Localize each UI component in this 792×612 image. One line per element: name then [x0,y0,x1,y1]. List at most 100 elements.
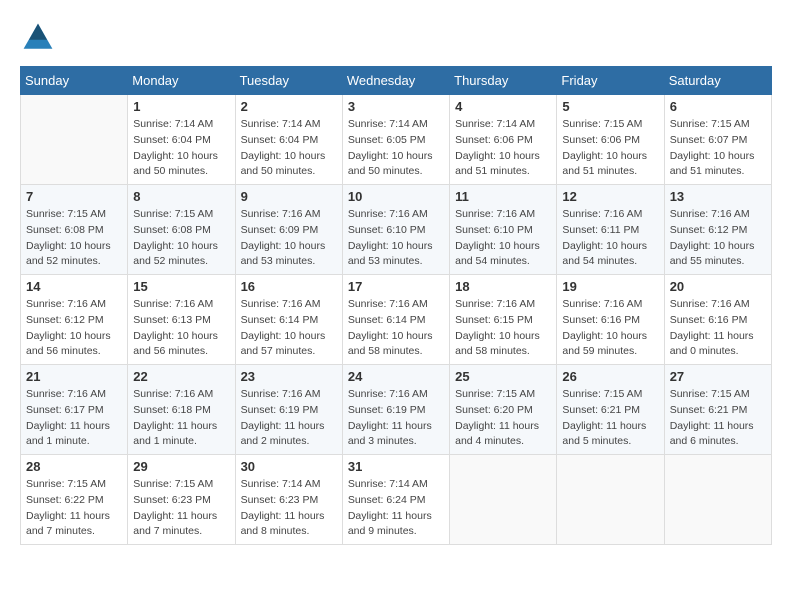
calendar-table: SundayMondayTuesdayWednesdayThursdayFrid… [20,66,772,545]
day-detail: Sunrise: 7:15 AM Sunset: 6:20 PM Dayligh… [455,387,551,450]
day-detail: Sunrise: 7:15 AM Sunset: 6:06 PM Dayligh… [562,117,658,180]
day-number: 6 [670,99,766,114]
calendar-cell: 26 Sunrise: 7:15 AM Sunset: 6:21 PM Dayl… [557,365,664,455]
day-number: 15 [133,279,229,294]
day-detail: Sunrise: 7:16 AM Sunset: 6:19 PM Dayligh… [348,387,444,450]
day-number: 9 [241,189,337,204]
calendar-cell: 16 Sunrise: 7:16 AM Sunset: 6:14 PM Dayl… [235,275,342,365]
calendar-cell: 19 Sunrise: 7:16 AM Sunset: 6:16 PM Dayl… [557,275,664,365]
day-number: 16 [241,279,337,294]
day-detail: Sunrise: 7:15 AM Sunset: 6:08 PM Dayligh… [133,207,229,270]
page-header [20,20,772,56]
day-number: 20 [670,279,766,294]
calendar-cell: 29 Sunrise: 7:15 AM Sunset: 6:23 PM Dayl… [128,455,235,545]
calendar-cell: 18 Sunrise: 7:16 AM Sunset: 6:15 PM Dayl… [450,275,557,365]
calendar-cell: 1 Sunrise: 7:14 AM Sunset: 6:04 PM Dayli… [128,95,235,185]
day-detail: Sunrise: 7:14 AM Sunset: 6:06 PM Dayligh… [455,117,551,180]
day-detail: Sunrise: 7:16 AM Sunset: 6:16 PM Dayligh… [670,297,766,360]
day-detail: Sunrise: 7:14 AM Sunset: 6:04 PM Dayligh… [133,117,229,180]
calendar-cell: 20 Sunrise: 7:16 AM Sunset: 6:16 PM Dayl… [664,275,771,365]
calendar-cell: 9 Sunrise: 7:16 AM Sunset: 6:09 PM Dayli… [235,185,342,275]
calendar-week-3: 14 Sunrise: 7:16 AM Sunset: 6:12 PM Dayl… [21,275,772,365]
day-number: 24 [348,369,444,384]
day-number: 14 [26,279,122,294]
calendar-cell: 31 Sunrise: 7:14 AM Sunset: 6:24 PM Dayl… [342,455,449,545]
calendar-cell: 6 Sunrise: 7:15 AM Sunset: 6:07 PM Dayli… [664,95,771,185]
day-detail: Sunrise: 7:15 AM Sunset: 6:08 PM Dayligh… [26,207,122,270]
logo [20,20,60,56]
calendar-cell: 10 Sunrise: 7:16 AM Sunset: 6:10 PM Dayl… [342,185,449,275]
weekday-wednesday: Wednesday [342,67,449,95]
day-number: 2 [241,99,337,114]
calendar-cell: 28 Sunrise: 7:15 AM Sunset: 6:22 PM Dayl… [21,455,128,545]
calendar-cell: 30 Sunrise: 7:14 AM Sunset: 6:23 PM Dayl… [235,455,342,545]
day-number: 18 [455,279,551,294]
day-detail: Sunrise: 7:15 AM Sunset: 6:21 PM Dayligh… [670,387,766,450]
day-number: 28 [26,459,122,474]
calendar-cell: 12 Sunrise: 7:16 AM Sunset: 6:11 PM Dayl… [557,185,664,275]
day-number: 13 [670,189,766,204]
day-detail: Sunrise: 7:16 AM Sunset: 6:14 PM Dayligh… [241,297,337,360]
day-number: 3 [348,99,444,114]
day-detail: Sunrise: 7:14 AM Sunset: 6:23 PM Dayligh… [241,477,337,540]
calendar-cell: 24 Sunrise: 7:16 AM Sunset: 6:19 PM Dayl… [342,365,449,455]
weekday-thursday: Thursday [450,67,557,95]
calendar-week-5: 28 Sunrise: 7:15 AM Sunset: 6:22 PM Dayl… [21,455,772,545]
day-detail: Sunrise: 7:16 AM Sunset: 6:11 PM Dayligh… [562,207,658,270]
calendar-cell: 17 Sunrise: 7:16 AM Sunset: 6:14 PM Dayl… [342,275,449,365]
day-detail: Sunrise: 7:14 AM Sunset: 6:24 PM Dayligh… [348,477,444,540]
day-number: 10 [348,189,444,204]
day-number: 1 [133,99,229,114]
day-number: 7 [26,189,122,204]
calendar-cell: 11 Sunrise: 7:16 AM Sunset: 6:10 PM Dayl… [450,185,557,275]
day-number: 5 [562,99,658,114]
day-number: 11 [455,189,551,204]
day-number: 12 [562,189,658,204]
weekday-friday: Friday [557,67,664,95]
calendar-cell [450,455,557,545]
day-detail: Sunrise: 7:15 AM Sunset: 6:21 PM Dayligh… [562,387,658,450]
calendar-week-2: 7 Sunrise: 7:15 AM Sunset: 6:08 PM Dayli… [21,185,772,275]
day-detail: Sunrise: 7:16 AM Sunset: 6:16 PM Dayligh… [562,297,658,360]
day-number: 17 [348,279,444,294]
calendar-header: SundayMondayTuesdayWednesdayThursdayFrid… [21,67,772,95]
day-detail: Sunrise: 7:16 AM Sunset: 6:19 PM Dayligh… [241,387,337,450]
day-detail: Sunrise: 7:16 AM Sunset: 6:12 PM Dayligh… [670,207,766,270]
day-number: 30 [241,459,337,474]
day-number: 22 [133,369,229,384]
calendar-cell: 4 Sunrise: 7:14 AM Sunset: 6:06 PM Dayli… [450,95,557,185]
day-detail: Sunrise: 7:16 AM Sunset: 6:15 PM Dayligh… [455,297,551,360]
calendar-cell: 5 Sunrise: 7:15 AM Sunset: 6:06 PM Dayli… [557,95,664,185]
weekday-sunday: Sunday [21,67,128,95]
calendar-cell: 21 Sunrise: 7:16 AM Sunset: 6:17 PM Dayl… [21,365,128,455]
calendar-cell: 22 Sunrise: 7:16 AM Sunset: 6:18 PM Dayl… [128,365,235,455]
day-number: 31 [348,459,444,474]
day-detail: Sunrise: 7:16 AM Sunset: 6:10 PM Dayligh… [348,207,444,270]
weekday-saturday: Saturday [664,67,771,95]
day-number: 4 [455,99,551,114]
day-detail: Sunrise: 7:15 AM Sunset: 6:07 PM Dayligh… [670,117,766,180]
day-number: 25 [455,369,551,384]
day-number: 23 [241,369,337,384]
weekday-header-row: SundayMondayTuesdayWednesdayThursdayFrid… [21,67,772,95]
day-detail: Sunrise: 7:14 AM Sunset: 6:05 PM Dayligh… [348,117,444,180]
calendar-cell: 7 Sunrise: 7:15 AM Sunset: 6:08 PM Dayli… [21,185,128,275]
day-number: 19 [562,279,658,294]
weekday-tuesday: Tuesday [235,67,342,95]
day-detail: Sunrise: 7:16 AM Sunset: 6:13 PM Dayligh… [133,297,229,360]
day-number: 26 [562,369,658,384]
day-number: 21 [26,369,122,384]
weekday-monday: Monday [128,67,235,95]
calendar-cell [664,455,771,545]
calendar-cell: 13 Sunrise: 7:16 AM Sunset: 6:12 PM Dayl… [664,185,771,275]
calendar-week-1: 1 Sunrise: 7:14 AM Sunset: 6:04 PM Dayli… [21,95,772,185]
day-detail: Sunrise: 7:15 AM Sunset: 6:22 PM Dayligh… [26,477,122,540]
calendar-cell: 27 Sunrise: 7:15 AM Sunset: 6:21 PM Dayl… [664,365,771,455]
day-number: 29 [133,459,229,474]
day-detail: Sunrise: 7:16 AM Sunset: 6:14 PM Dayligh… [348,297,444,360]
calendar-cell [557,455,664,545]
calendar-cell: 15 Sunrise: 7:16 AM Sunset: 6:13 PM Dayl… [128,275,235,365]
day-detail: Sunrise: 7:16 AM Sunset: 6:10 PM Dayligh… [455,207,551,270]
calendar-cell: 2 Sunrise: 7:14 AM Sunset: 6:04 PM Dayli… [235,95,342,185]
day-detail: Sunrise: 7:16 AM Sunset: 6:17 PM Dayligh… [26,387,122,450]
